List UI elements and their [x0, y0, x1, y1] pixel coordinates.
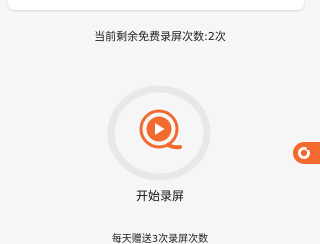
- video-play-icon: [107, 85, 211, 181]
- start-record-icon-button[interactable]: [105, 85, 213, 181]
- daily-bonus-text: 每天赠送3次录屏次数: [111, 234, 209, 244]
- start-record-label[interactable]: 开始录屏: [0, 187, 320, 204]
- floating-record-button[interactable]: [293, 142, 320, 164]
- free-record-count-text: 当前剩余免费录屏次数:2次: [94, 30, 226, 43]
- camera-record-icon: [298, 147, 310, 159]
- screen-recorder-page: 当前剩余免费录屏次数:2次 开始录屏 每天赠送3次录屏次数: [0, 0, 320, 244]
- top-panel: [8, 0, 304, 10]
